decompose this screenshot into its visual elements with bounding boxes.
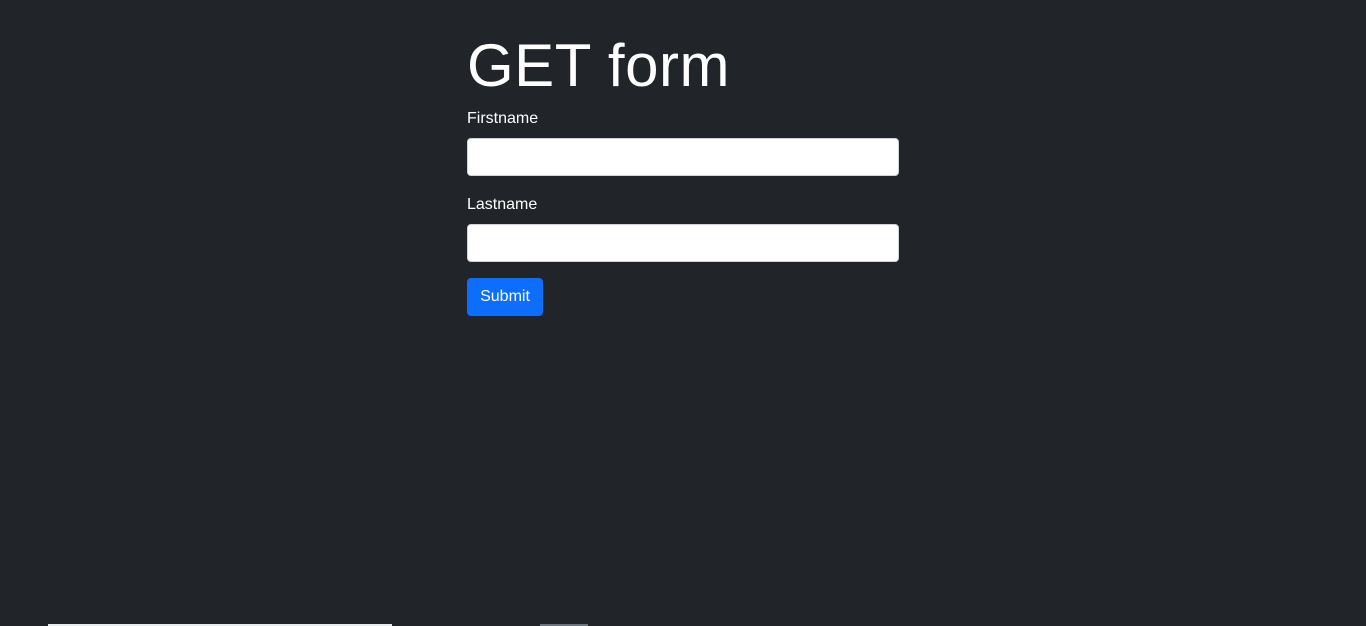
- get-form-container: GET form Firstname Lastname Submit: [467, 0, 899, 316]
- firstname-label: Firstname: [467, 110, 539, 127]
- lastname-label: Lastname: [467, 196, 538, 213]
- page-title: GET form: [467, 32, 730, 99]
- submit-button[interactable]: Submit: [467, 278, 543, 316]
- lastname-input[interactable]: [467, 224, 899, 262]
- firstname-input[interactable]: [467, 138, 899, 176]
- get-form: Firstname Lastname Submit: [467, 109, 899, 316]
